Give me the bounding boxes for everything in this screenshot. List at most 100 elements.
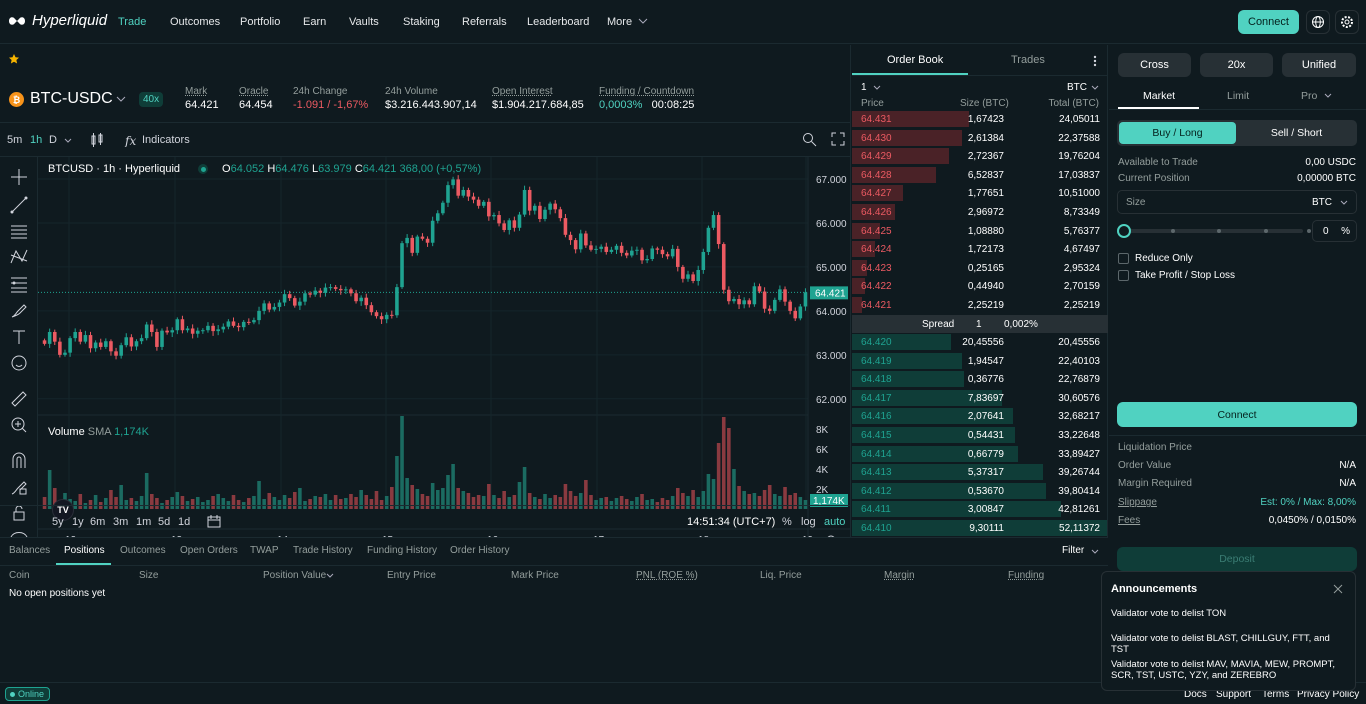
slider-percent-input[interactable]: 0 % [1312, 220, 1357, 242]
connect-trade-button[interactable]: Connect [1117, 402, 1357, 427]
calendar-icon[interactable] [207, 514, 221, 528]
buy-long-button[interactable]: Buy / Long [1119, 122, 1236, 144]
tab-order-book[interactable]: Order Book [887, 54, 943, 66]
bid-row[interactable]: 64.413 5,37317 39,26744 [852, 463, 1108, 481]
bid-row[interactable]: 64.415 0,54431 33,22648 [852, 426, 1108, 444]
fullscreen-icon[interactable] [831, 132, 845, 146]
leverage-button[interactable]: 20x [1200, 53, 1273, 77]
nav-referrals[interactable]: Referrals [462, 16, 507, 28]
crosshair-icon[interactable] [9, 167, 29, 187]
tab-trades[interactable]: Trades [1011, 54, 1045, 66]
tab-twap[interactable]: TWAP [250, 545, 279, 556]
interval-5m[interactable]: 5m [7, 134, 22, 146]
range-1y[interactable]: 1y [72, 516, 84, 528]
tab-open-orders[interactable]: Open Orders [180, 545, 238, 556]
chart-clock[interactable]: 14:51:34 (UTC+7) [687, 516, 775, 528]
ask-row[interactable]: 64.423 0,25165 2,95324 [852, 259, 1108, 277]
chevron-down-icon[interactable] [873, 85, 881, 91]
ask-row[interactable]: 64.428 6,52837 17,03837 [852, 166, 1108, 184]
ask-row[interactable]: 64.421 2,25219 2,25219 [852, 296, 1108, 314]
bid-row[interactable]: 64.417 7,83697 30,60576 [852, 389, 1108, 407]
chevron-down-icon[interactable] [64, 138, 72, 144]
ruler-icon[interactable] [9, 389, 29, 409]
tab-market[interactable]: Market [1143, 90, 1175, 102]
ask-row[interactable]: 64.425 1,08880 5,76377 [852, 222, 1108, 240]
range-1d[interactable]: 1d [178, 516, 190, 528]
margin-mode-button[interactable]: Cross [1118, 53, 1191, 77]
nav-staking[interactable]: Staking [403, 16, 440, 28]
ask-row[interactable]: 64.422 0,44940 2,70159 [852, 277, 1108, 295]
auto-toggle[interactable]: auto [824, 516, 845, 528]
interval-d[interactable]: D [49, 134, 57, 146]
tab-pro[interactable]: Pro [1301, 90, 1317, 102]
range-1m[interactable]: 1m [136, 516, 151, 528]
tab-outcomes[interactable]: Outcomes [120, 545, 166, 556]
account-mode-button[interactable]: Unified [1282, 53, 1356, 77]
pattern-icon[interactable] [9, 247, 29, 267]
candlestick-chart[interactable]: 67.000 66.000 65.000 64.000 63.000 62.000 8K 6K… [38, 157, 851, 537]
bid-row[interactable]: 64.410 9,30111 52,11372 [852, 519, 1108, 537]
emoji-icon[interactable] [9, 353, 29, 373]
chevron-down-icon[interactable] [326, 573, 334, 579]
star-icon[interactable] [9, 54, 19, 64]
candles-icon[interactable] [90, 132, 104, 148]
reduce-only-checkbox[interactable] [1118, 253, 1129, 264]
settings-button[interactable] [1335, 10, 1359, 34]
ask-row[interactable]: 64.431 1,67423 24,05011 [852, 110, 1108, 128]
bid-row[interactable]: 64.420 20,45556 20,45556 [852, 333, 1108, 351]
announcement-item[interactable]: Validator vote to delist MAV, MAVIA, MEW… [1111, 659, 1347, 681]
ask-row[interactable]: 64.424 1,72173 4,67497 [852, 240, 1108, 258]
chevron-down-icon[interactable] [1340, 200, 1348, 206]
text-icon[interactable] [9, 327, 29, 347]
ask-row[interactable]: 64.427 1,77651 10,51000 [852, 184, 1108, 202]
market-symbol[interactable]: BTC-USDC [30, 90, 113, 108]
nav-earn[interactable]: Earn [303, 16, 326, 28]
nav-portfolio[interactable]: Portfolio [240, 16, 280, 28]
chevron-down-icon[interactable] [1324, 93, 1332, 99]
chevron-down-icon[interactable] [116, 96, 126, 103]
close-icon[interactable] [1333, 584, 1343, 594]
grouping-select[interactable]: 1 [861, 82, 867, 93]
tab-trade-history[interactable]: Trade History [293, 545, 353, 556]
percent-toggle[interactable]: % [782, 516, 792, 528]
interval-1h[interactable]: 1h [30, 134, 42, 146]
lock-drawing-icon[interactable] [9, 477, 29, 497]
range-5d[interactable]: 5d [158, 516, 170, 528]
slider-handle[interactable] [1117, 224, 1131, 238]
zoom-search-icon[interactable] [802, 132, 817, 147]
announcement-item[interactable]: Validator vote to delist TON [1111, 608, 1347, 619]
nav-leaderboard[interactable]: Leaderboard [527, 16, 589, 28]
sell-short-button[interactable]: Sell / Short [1238, 122, 1355, 144]
tpsl-checkbox[interactable] [1118, 270, 1129, 281]
connect-button[interactable]: Connect [1238, 10, 1299, 34]
nav-outcomes[interactable]: Outcomes [170, 16, 220, 28]
nav-trade[interactable]: Trade [118, 16, 146, 28]
trend-line-icon[interactable] [9, 195, 29, 215]
filter-button[interactable]: Filter [1062, 545, 1084, 556]
bid-row[interactable]: 64.414 0,66779 33,89427 [852, 445, 1108, 463]
tab-positions[interactable]: Positions [64, 545, 105, 556]
language-button[interactable] [1306, 10, 1330, 34]
log-toggle[interactable]: log [801, 516, 816, 528]
range-3m[interactable]: 3m [113, 516, 128, 528]
brand-logo[interactable]: Hyperliquid [8, 12, 107, 29]
ask-row[interactable]: 64.430 2,61384 22,37588 [852, 129, 1108, 147]
tab-limit[interactable]: Limit [1227, 90, 1249, 102]
chevron-down-icon[interactable] [1091, 549, 1099, 555]
magnet-icon[interactable] [9, 451, 29, 471]
range-6m[interactable]: 6m [90, 516, 105, 528]
announcement-item[interactable]: Validator vote to delist BLAST, CHILLGUY… [1111, 633, 1347, 655]
bid-row[interactable]: 64.418 0,36776 22,76879 [852, 370, 1108, 388]
size-slider[interactable] [1117, 224, 1311, 238]
bid-row[interactable]: 64.412 0,53670 39,80414 [852, 482, 1108, 500]
zoom-in-icon[interactable] [9, 415, 29, 435]
tab-order-history[interactable]: Order History [450, 545, 509, 556]
nav-vaults[interactable]: Vaults [349, 16, 379, 28]
tab-funding-history[interactable]: Funding History [367, 545, 437, 556]
fib-icon[interactable] [9, 274, 29, 294]
size-input[interactable]: Size BTC [1117, 190, 1357, 214]
horizontal-lines-icon[interactable] [9, 221, 29, 241]
bid-row[interactable]: 64.411 3,00847 42,81261 [852, 500, 1108, 518]
brush-icon[interactable] [9, 300, 29, 320]
ask-row[interactable]: 64.429 2,72367 19,76204 [852, 147, 1108, 165]
